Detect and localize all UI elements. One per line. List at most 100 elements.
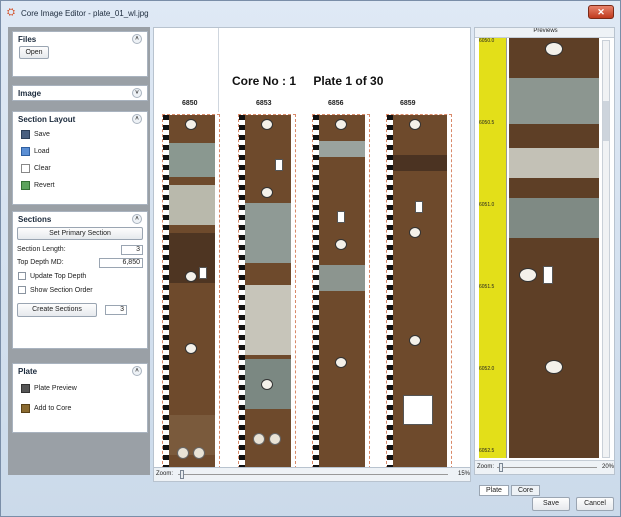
collapse-icon[interactable]: ˄ (132, 34, 142, 44)
update-top-depth-checkbox[interactable] (18, 272, 26, 280)
core-section-4[interactable] (386, 114, 452, 475)
zoom-track[interactable] (497, 467, 597, 468)
app-icon: ⛭ (7, 7, 15, 18)
show-section-order-checkbox[interactable] (18, 286, 26, 294)
preview-zoom-bar: Zoom: 20% (475, 460, 614, 474)
layout-clear-label: Clear (34, 165, 51, 172)
revert-icon (21, 181, 30, 190)
collapse-icon[interactable]: ˄ (132, 114, 142, 124)
section-layout-panel: Section Layout ˄ Save Load Clear Revert (12, 111, 148, 205)
expand-icon[interactable]: ˅ (132, 88, 142, 98)
core-image (245, 115, 291, 475)
add-to-core-item[interactable]: Add to Core (13, 398, 147, 418)
core-section-2[interactable] (238, 114, 296, 475)
core-section-1[interactable] (162, 114, 220, 475)
depth-label: 6859 (400, 100, 416, 107)
dialog-buttons: Save Cancel (526, 497, 614, 511)
sample-tag (409, 335, 421, 346)
depth-tick: 6050.0 (479, 38, 495, 44)
add-to-core-label: Add to Core (34, 404, 72, 412)
layout-load-label: Load (34, 148, 50, 155)
section-layout-title: Section Layout (18, 114, 76, 124)
tab-plate[interactable]: Plate (479, 485, 509, 496)
set-primary-section-button[interactable]: Set Primary Section (17, 227, 143, 240)
plate-count: Plate 1 of 30 (313, 74, 384, 88)
core-image (169, 115, 215, 475)
sample-tag (185, 271, 197, 282)
plate-title: Plate (18, 366, 38, 376)
sidebar: Files ˄ Open Image ˅ Section Layout ˄ Sa… (8, 27, 150, 475)
preview-core-image (509, 38, 599, 458)
core-number: Core No : 1 (232, 74, 297, 88)
sample-label (337, 211, 345, 223)
top-depth-label: Top Depth MD: (17, 259, 64, 266)
sample-tag (335, 239, 347, 250)
layout-revert-item[interactable]: Revert (13, 177, 147, 194)
depth-tick: 6052.0 (479, 366, 495, 372)
core-segment (509, 148, 599, 178)
preview-scrollbar[interactable] (602, 40, 610, 458)
sample-tag (409, 227, 421, 238)
depth-scale-bar: 6050.0 6050.5 6051.0 6051.5 6052.0 6052.… (479, 38, 507, 458)
core-segment (509, 78, 599, 124)
sections-title: Sections (18, 214, 52, 224)
window-title: Core Image Editor - plate_01_wl.jpg (21, 8, 149, 18)
core-segment (319, 265, 365, 291)
layout-load-item[interactable]: Load (13, 143, 147, 160)
collapse-icon[interactable]: ˄ (132, 214, 142, 224)
files-panel: Files ˄ Open (12, 31, 148, 77)
core-image (319, 115, 365, 475)
cancel-button[interactable]: Cancel (576, 497, 614, 511)
sample-label (275, 159, 283, 171)
depth-tick: 6051.5 (479, 284, 495, 290)
sample-tag (545, 42, 563, 56)
layout-save-item[interactable]: Save (13, 126, 147, 143)
core-segment (509, 198, 599, 238)
add-core-icon (21, 403, 30, 413)
plate-preview-item[interactable]: Plate Preview (13, 378, 147, 398)
close-button[interactable]: ✕ (588, 5, 614, 19)
sample-label (199, 267, 207, 279)
sample-hole (269, 433, 281, 445)
zoom-slider-handle[interactable] (499, 463, 503, 472)
load-icon (21, 147, 30, 156)
sample-label (403, 395, 433, 425)
sample-tag (335, 357, 347, 368)
sample-tag (545, 360, 563, 374)
top-depth-input[interactable]: 6,850 (99, 257, 143, 268)
image-panel[interactable]: Image ˅ (12, 85, 148, 101)
depth-label: 6856 (328, 100, 344, 107)
update-top-depth-row[interactable]: Update Top Depth (13, 269, 147, 283)
depth-label: 6850 (182, 100, 198, 107)
previews-panel: Previews 6050.0 6050.5 6051.0 6051.5 605… (474, 27, 615, 475)
zoom-label: Zoom: (477, 464, 495, 470)
create-sections-count[interactable]: 3 (105, 305, 127, 315)
zoom-track[interactable] (178, 474, 448, 475)
tab-core[interactable]: Core (510, 485, 541, 496)
sample-label (415, 201, 423, 213)
core-image (393, 115, 447, 475)
show-section-order-row[interactable]: Show Section Order (13, 283, 147, 297)
section-length-input[interactable]: 3 (121, 244, 143, 255)
plate-view[interactable]: Core No : 1 Plate 1 of 30 6850 6853 6856… (153, 27, 471, 482)
clear-icon (21, 164, 30, 173)
section-length-label: Section Length: (17, 246, 66, 253)
core-section-3[interactable] (312, 114, 370, 475)
zoom-slider-handle[interactable] (180, 470, 184, 479)
save-button[interactable]: Save (532, 497, 570, 511)
plate-preview-label: Plate Preview (34, 384, 77, 392)
create-sections-button[interactable]: Create Sections (17, 303, 97, 317)
open-button[interactable]: Open (19, 46, 49, 59)
depth-tick: 6050.5 (479, 120, 495, 126)
sample-tag (409, 119, 421, 130)
layout-clear-item[interactable]: Clear (13, 160, 147, 177)
core-image-editor-window: ⛭ Core Image Editor - plate_01_wl.jpg ✕ … (0, 0, 621, 517)
sample-tag (261, 119, 273, 130)
zoom-label: Zoom: (156, 471, 174, 477)
scroll-thumb[interactable] (603, 101, 609, 141)
core-segment (169, 143, 215, 177)
core-segment (319, 141, 365, 157)
core-segment (245, 285, 291, 355)
title-bar: ⛭ Core Image Editor - plate_01_wl.jpg ✕ (1, 1, 620, 25)
collapse-icon[interactable]: ˄ (132, 366, 142, 376)
